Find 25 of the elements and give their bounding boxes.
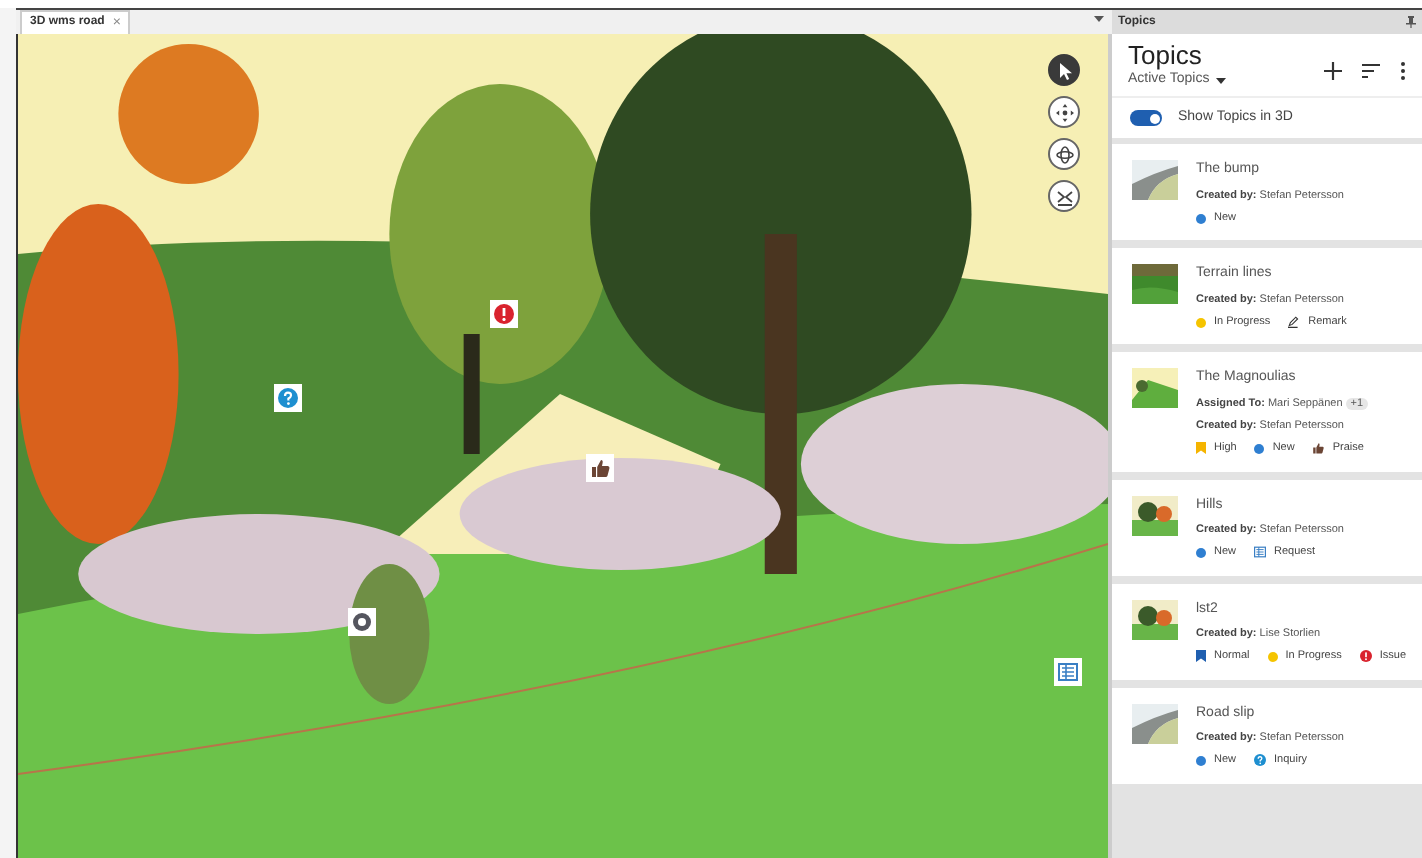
request-marker[interactable]	[1054, 658, 1082, 686]
inquiry-marker[interactable]	[274, 384, 302, 412]
comment-marker[interactable]	[348, 608, 376, 636]
praise-marker[interactable]	[586, 454, 614, 482]
praise-icon	[1312, 442, 1325, 455]
toggle-switch[interactable]	[1130, 110, 1162, 127]
issue-icon	[1359, 650, 1372, 663]
issue-marker[interactable]	[490, 300, 518, 328]
issue-icon	[494, 304, 514, 324]
orbit-icon	[1053, 143, 1075, 165]
comment-icon	[352, 612, 372, 632]
inquiry-icon	[278, 388, 298, 408]
request-icon	[1058, 662, 1078, 682]
more-icon[interactable]	[1400, 61, 1406, 80]
request-icon	[1254, 546, 1267, 559]
pin-icon[interactable]	[1406, 16, 1416, 28]
remark-icon	[1288, 316, 1301, 329]
pan-icon	[1053, 101, 1075, 123]
panel-heading: Topics	[1128, 42, 1202, 71]
walk-icon	[1053, 185, 1075, 207]
sort-icon[interactable]	[1362, 63, 1380, 78]
add-icon[interactable]	[1324, 61, 1342, 80]
caret-icon	[1215, 78, 1226, 85]
praise-icon	[590, 458, 610, 478]
inquiry-icon	[1254, 754, 1267, 767]
